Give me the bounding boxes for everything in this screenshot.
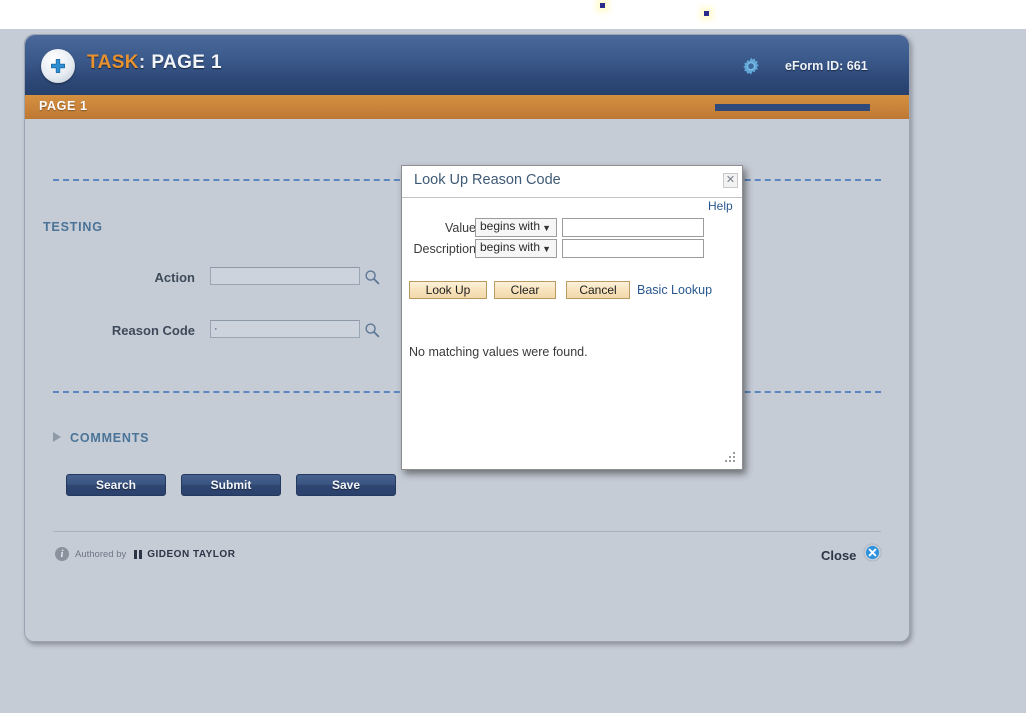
gideon-taylor-logo-icon	[134, 549, 143, 559]
chevron-down-icon: ▼	[542, 223, 551, 233]
section-header-testing: TESTING	[43, 220, 103, 234]
authored-by-block: i Authored by GIDEON TAYLOR	[55, 547, 235, 561]
look-up-button[interactable]: Look Up	[409, 281, 487, 299]
vendor-name: GIDEON TAYLOR	[147, 548, 236, 560]
basic-lookup-link[interactable]: Basic Lookup	[637, 283, 712, 297]
close-circle-icon	[863, 543, 882, 567]
task-header-bar: TASK: PAGE 1 eForm ID: 661	[25, 35, 909, 96]
lookup-dialog-title: Look Up Reason Code	[414, 172, 561, 188]
search-button[interactable]: Search	[66, 474, 166, 496]
description-criteria-label: Description	[413, 242, 476, 256]
description-search-input[interactable]	[562, 239, 704, 258]
reason-code-field-label: Reason Code	[111, 323, 195, 338]
gear-icon[interactable]	[737, 53, 765, 81]
save-button[interactable]: Save	[296, 474, 396, 496]
section-header-comments[interactable]: COMMENTS	[70, 431, 149, 445]
browser-top-strip	[0, 0, 1026, 29]
value-operator-text: begins with	[480, 219, 541, 233]
magnifier-icon[interactable]	[364, 269, 380, 285]
progress-bar-fill	[715, 104, 870, 111]
task-title-task-word: TASK	[87, 52, 139, 73]
close-icon[interactable]: ✕	[723, 173, 738, 188]
lookup-dialog	[401, 165, 743, 470]
info-icon: i	[55, 547, 69, 561]
action-field-label: Action	[154, 270, 195, 285]
value-search-input[interactable]	[562, 218, 704, 237]
authored-by-label: Authored by	[75, 548, 127, 560]
action-input[interactable]	[210, 267, 360, 285]
render-artifact-dot	[704, 11, 709, 16]
value-operator-select[interactable]: begins with ▼	[475, 218, 557, 237]
value-criteria-label: Value	[444, 221, 476, 235]
clear-button[interactable]: Clear	[494, 281, 556, 299]
expand-triangle-icon[interactable]	[53, 432, 61, 442]
description-operator-select[interactable]: begins with ▼	[475, 239, 557, 258]
chevron-down-icon: ▼	[542, 244, 551, 254]
cancel-button[interactable]: Cancel	[566, 281, 630, 299]
magnifier-icon[interactable]	[364, 322, 380, 338]
help-link[interactable]: Help	[708, 199, 733, 213]
task-title-separator: :	[138, 52, 146, 73]
plus-circle-icon[interactable]	[41, 49, 75, 83]
render-artifact-dot	[600, 3, 605, 8]
lookup-result-message: No matching values were found.	[409, 345, 588, 359]
description-operator-text: begins with	[480, 240, 541, 254]
close-button[interactable]: Close	[821, 543, 882, 567]
close-button-label: Close	[821, 547, 857, 563]
submit-button[interactable]: Submit	[181, 474, 281, 496]
progress-bar	[715, 104, 870, 111]
eform-id-label: eForm ID: 661	[785, 59, 868, 73]
footer-divider	[53, 531, 881, 532]
resize-handle-icon[interactable]	[725, 452, 737, 464]
page-tab-label[interactable]: PAGE 1	[39, 99, 88, 113]
page-title: TASK: PAGE 1	[87, 52, 222, 74]
task-title-page-word: PAGE 1	[151, 52, 223, 73]
page-tab-bar: PAGE 1	[25, 95, 909, 120]
reason-code-input[interactable]	[210, 320, 360, 338]
